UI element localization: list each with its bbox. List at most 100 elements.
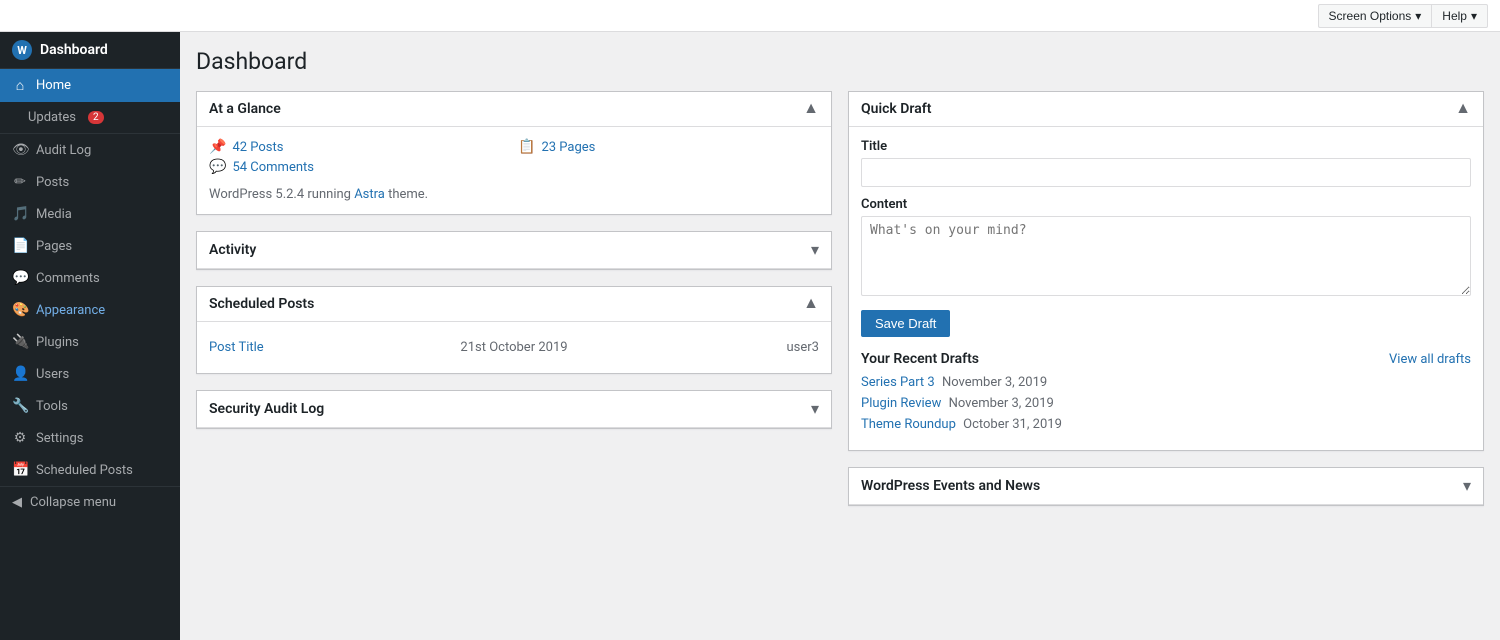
sidebar-collapse-button[interactable]: ◀ Collapse menu [0, 486, 180, 518]
sidebar-pages-label: Pages [36, 239, 72, 254]
glance-stats: 📌 42 Posts 📋 23 Pages 💬 54 Comments [209, 139, 819, 175]
comments-icon: 💬 [12, 270, 28, 286]
sidebar-comments-label: Comments [36, 271, 100, 286]
quick-draft-toggle[interactable]: ▲ [1455, 100, 1471, 118]
sidebar-appearance-label: Appearance [36, 303, 105, 318]
scheduled-posts-header: Scheduled Posts ▲ [197, 287, 831, 322]
sidebar-item-pages[interactable]: 📄 Pages [0, 230, 180, 262]
chevron-down-icon: ▾ [1471, 9, 1477, 23]
pages-icon: 📄 [12, 238, 28, 254]
comments-link[interactable]: 54 Comments [232, 160, 314, 175]
right-column: Quick Draft ▲ Title Content Save Draft [848, 91, 1484, 506]
sidebar-media-label: Media [36, 207, 72, 222]
sidebar-appearance-wrapper: 🎨 Appearance Themes Customize Widgets Me… [0, 294, 180, 326]
security-title: Security Audit Log [209, 401, 324, 417]
sidebar-updates-label: Updates [28, 110, 76, 125]
page-title: Dashboard [196, 48, 1484, 75]
recent-drafts-header: Your Recent Drafts View all drafts [861, 351, 1471, 367]
widget-activity: Activity ▾ [196, 231, 832, 270]
sidebar-plugins-label: Plugins [36, 335, 79, 350]
sidebar-item-home[interactable]: ⌂ Home [0, 69, 180, 102]
sidebar-item-tools[interactable]: 🔧 Tools [0, 390, 180, 422]
view-all-drafts-link[interactable]: View all drafts [1389, 352, 1471, 367]
screen-options-button[interactable]: Screen Options ▾ [1318, 4, 1432, 28]
scheduled-posts-toggle[interactable]: ▲ [803, 295, 819, 313]
quick-draft-header: Quick Draft ▲ [849, 92, 1483, 127]
sidebar-item-posts[interactable]: ✏ Posts [0, 166, 180, 198]
glance-comments: 💬 54 Comments [209, 159, 510, 175]
widget-at-a-glance: At a Glance ▲ 📌 42 Posts 📋 23 Pages [196, 91, 832, 215]
at-a-glance-body: 📌 42 Posts 📋 23 Pages 💬 54 Comments [197, 127, 831, 214]
wp-logo-icon: W [12, 40, 32, 60]
draft-date-2: October 31, 2019 [963, 417, 1062, 432]
draft-link-0[interactable]: Series Part 3 [861, 375, 935, 390]
widget-security: Security Audit Log ▾ [196, 390, 832, 429]
scheduled-post-row: Post Title 21st October 2019 user3 [209, 334, 819, 361]
sidebar-posts-label: Posts [36, 175, 69, 190]
tools-icon: 🔧 [12, 398, 28, 414]
sidebar-item-users[interactable]: 👤 Users [0, 358, 180, 390]
quick-draft-title: Quick Draft [861, 101, 931, 117]
settings-icon: ⚙ [12, 430, 28, 446]
events-toggle[interactable]: ▾ [1463, 476, 1471, 496]
title-field: Title [861, 139, 1471, 187]
activity-toggle[interactable]: ▾ [811, 240, 819, 260]
sidebar-logo-text: Dashboard [40, 42, 108, 58]
content-label: Content [861, 197, 1471, 212]
main-content: Dashboard At a Glance ▲ 📌 42 Posts [180, 32, 1500, 640]
widget-events: WordPress Events and News ▾ [848, 467, 1484, 506]
save-draft-button[interactable]: Save Draft [861, 310, 950, 337]
posts-link[interactable]: 42 Posts [232, 140, 283, 155]
draft-item-0: Series Part 3 November 3, 2019 [861, 375, 1471, 390]
sidebar-item-scheduled-posts[interactable]: 📅 Scheduled Posts [0, 454, 180, 486]
glance-posts: 📌 42 Posts [209, 139, 510, 155]
draft-item-2: Theme Roundup October 31, 2019 [861, 417, 1471, 432]
draft-link-2[interactable]: Theme Roundup [861, 417, 956, 432]
top-bar: Screen Options ▾ Help ▾ [0, 0, 1500, 32]
audit-icon: 👁 [12, 142, 28, 158]
content-textarea[interactable] [861, 216, 1471, 296]
sidebar-home-section: ⌂ Home Updates 2 [0, 69, 180, 134]
theme-link[interactable]: Astra [354, 187, 385, 202]
title-input[interactable] [861, 158, 1471, 187]
security-toggle[interactable]: ▾ [811, 399, 819, 419]
scheduled-post-date: 21st October 2019 [412, 340, 615, 355]
sidebar-item-updates[interactable]: Updates 2 [0, 102, 180, 133]
plugins-icon: 🔌 [12, 334, 28, 350]
updates-badge: 2 [88, 111, 104, 124]
sidebar-item-settings[interactable]: ⚙ Settings [0, 422, 180, 454]
sidebar-item-plugins[interactable]: 🔌 Plugins [0, 326, 180, 358]
draft-link-1[interactable]: Plugin Review [861, 396, 941, 411]
sidebar-item-media[interactable]: 🎵 Media [0, 198, 180, 230]
scheduled-post-title: Post Title [209, 340, 412, 355]
page-icon: 📋 [518, 139, 535, 155]
scheduled-icon: 📅 [12, 462, 28, 478]
widgets-grid: At a Glance ▲ 📌 42 Posts 📋 23 Pages [196, 91, 1484, 506]
draft-item-1: Plugin Review November 3, 2019 [861, 396, 1471, 411]
glance-footer: WordPress 5.2.4 running Astra theme. [209, 187, 819, 202]
collapse-icon: ◀ [12, 495, 22, 510]
help-label: Help [1442, 9, 1467, 23]
at-a-glance-header: At a Glance ▲ [197, 92, 831, 127]
activity-header: Activity ▾ [197, 232, 831, 269]
pages-link[interactable]: 23 Pages [541, 140, 595, 155]
at-a-glance-toggle[interactable]: ▲ [803, 100, 819, 118]
at-a-glance-title: At a Glance [209, 101, 281, 117]
sidebar-settings-label: Settings [36, 431, 83, 446]
posts-icon: ✏ [12, 174, 28, 190]
title-label: Title [861, 139, 1471, 154]
help-button[interactable]: Help ▾ [1431, 4, 1488, 28]
events-header: WordPress Events and News ▾ [849, 468, 1483, 505]
appearance-icon: 🎨 [12, 302, 28, 318]
sidebar: W Dashboard ⌂ Home Updates 2 👁 Audit Log… [0, 32, 180, 640]
sidebar-item-audit-log[interactable]: 👁 Audit Log [0, 134, 180, 166]
sidebar-item-appearance[interactable]: 🎨 Appearance [0, 294, 180, 326]
sidebar-item-comments[interactable]: 💬 Comments [0, 262, 180, 294]
sidebar-logo[interactable]: W Dashboard [0, 32, 180, 69]
events-title: WordPress Events and News [861, 478, 1040, 494]
recent-drafts: Your Recent Drafts View all drafts Serie… [861, 351, 1471, 432]
collapse-label: Collapse menu [30, 495, 116, 510]
left-column: At a Glance ▲ 📌 42 Posts 📋 23 Pages [196, 91, 832, 506]
recent-drafts-title: Your Recent Drafts [861, 351, 979, 367]
content-field: Content [861, 197, 1471, 300]
